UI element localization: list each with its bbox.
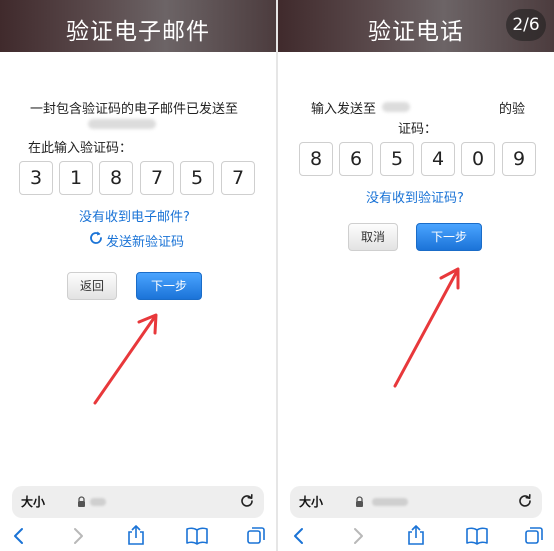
address-bar[interactable]: 大小 [12,486,264,518]
bookmarks-icon[interactable] [465,526,489,546]
redacted-url [90,498,106,506]
forward-chevron-icon[interactable] [351,526,365,546]
bookmarks-icon[interactable] [185,526,209,546]
text-size-button[interactable]: 大小 [299,493,323,510]
browser-toolbar [278,522,554,551]
red-arrow-annotation [93,313,158,405]
share-icon[interactable] [406,524,426,546]
browser-toolbar [0,522,276,551]
reload-icon[interactable] [239,493,255,509]
red-arrow-annotation [393,267,460,388]
phone-verification-screen: 验证电话 2/6 输入发送至 的验 证码： 8 6 5 4 0 9 没有收到验证… [278,0,554,551]
back-chevron-icon[interactable] [12,526,26,546]
lock-icon [356,496,363,507]
email-verification-screen: 验证电子邮件 一封包含验证码的电子邮件已发送至 在此输入验证码： 3 1 8 7… [0,0,276,551]
share-icon[interactable] [126,524,146,546]
reload-icon[interactable] [517,493,533,509]
lock-icon [78,496,85,507]
back-chevron-icon[interactable] [292,526,306,546]
redacted-url [372,498,408,506]
forward-chevron-icon[interactable] [71,526,85,546]
text-size-button[interactable]: 大小 [21,493,45,510]
tabs-icon[interactable] [246,526,266,546]
address-bar[interactable]: 大小 [290,486,542,518]
tabs-icon[interactable] [524,526,544,546]
